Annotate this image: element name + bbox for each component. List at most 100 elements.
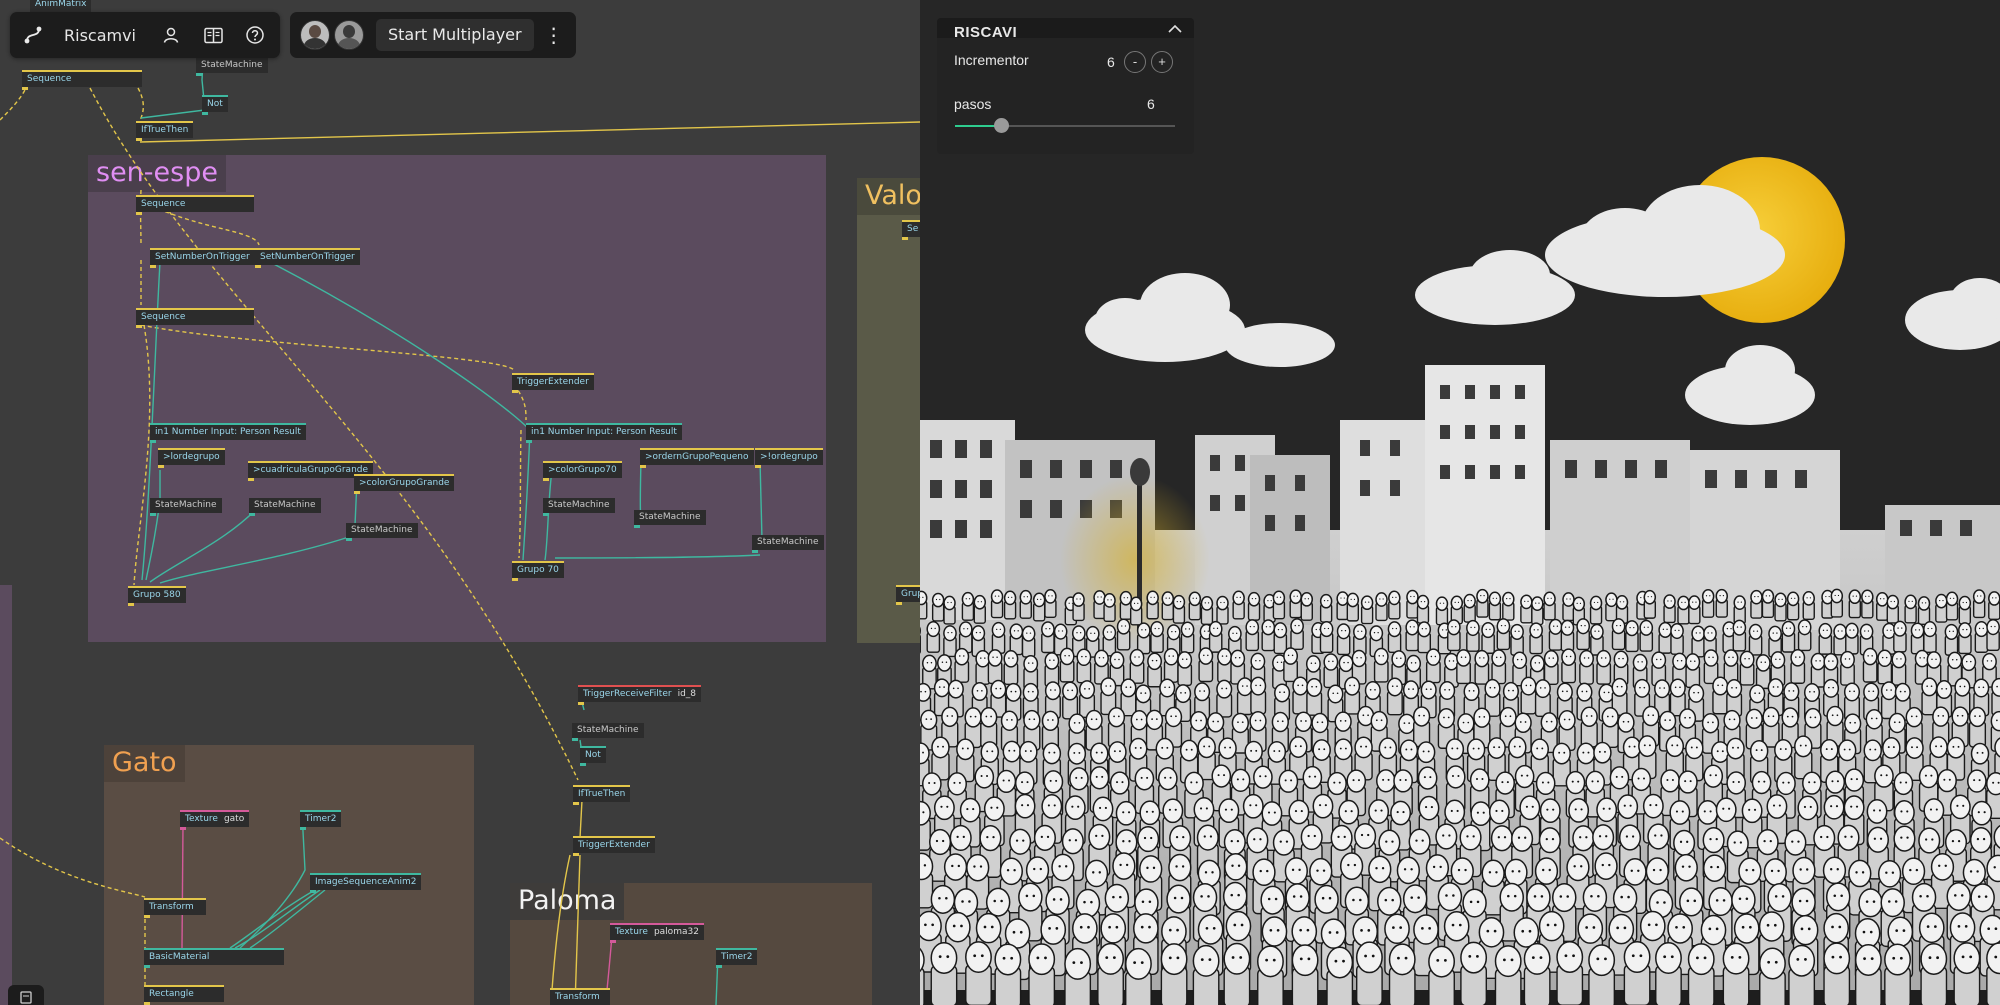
group-valo[interactable]: Valo — [857, 178, 920, 643]
node-colorgrupogrande[interactable]: >colorGrupoGrande — [354, 474, 455, 494]
crowd-person — [1862, 647, 1878, 683]
node-iftruethen-2[interactable]: IfTrueThen — [573, 785, 631, 805]
crowd-person — [1491, 649, 1507, 685]
logo-icon[interactable] — [10, 12, 56, 58]
chevron-up-icon[interactable] — [1168, 24, 1182, 33]
patch-editor[interactable]: sen-espe Valo Gato Paloma AnimMatrix Sta… — [0, 0, 920, 1005]
panel-header[interactable]: RISCAVI — [937, 18, 1194, 41]
node-triggerextender-2[interactable]: TriggerExtender — [573, 836, 655, 856]
crowd-person — [1273, 622, 1288, 655]
node-numberinput-1[interactable]: in1 Number Input: Person Result — [150, 423, 306, 443]
crowd-person — [1802, 591, 1815, 620]
node-grupo-70[interactable]: Grupo 70 — [512, 561, 564, 581]
group-paloma[interactable]: Paloma — [510, 883, 872, 1005]
node-lordegrupo-1[interactable]: >lordegrupo — [158, 448, 225, 468]
crowd-person — [1611, 618, 1626, 651]
node-texture-gato[interactable]: Texture gato — [180, 810, 250, 830]
crowd-person — [1481, 622, 1495, 654]
node-timer-2[interactable]: Timer2 — [716, 948, 758, 968]
node-iftruethen-top[interactable]: IfTrueThen — [136, 121, 194, 141]
pasos-slider[interactable] — [955, 118, 1175, 133]
crowd-person — [1172, 594, 1186, 624]
crowd-person — [1529, 622, 1543, 655]
crowd-person — [1588, 944, 1616, 1005]
crowd-person — [1750, 589, 1763, 619]
crowd-person — [1188, 591, 1202, 621]
crowd-person — [954, 647, 970, 683]
node-timer-1[interactable]: Timer2 — [300, 810, 342, 830]
save-icon — [20, 991, 32, 1004]
node-rectangle[interactable]: Rectangle — [144, 985, 224, 1005]
crowd-person — [1848, 589, 1862, 619]
kebab-icon[interactable]: ⋮ — [544, 25, 564, 45]
crowd-person — [1003, 590, 1017, 620]
node-statemachine-top[interactable]: StateMachine — [196, 58, 268, 76]
save-button[interactable] — [8, 985, 44, 1005]
group-title-sen-espe[interactable]: sen-espe — [88, 155, 226, 192]
node-valo-sequence[interactable]: Se — [902, 220, 920, 240]
node-grupo-580[interactable]: Grupo 580 — [128, 586, 186, 606]
node-transform-1[interactable]: Transform — [144, 898, 206, 918]
crowd-person — [1119, 590, 1133, 620]
node-statemachine-6[interactable]: StateMachine — [752, 535, 824, 553]
node-not-2[interactable]: Not — [580, 746, 606, 766]
increment-button[interactable]: + — [1151, 51, 1173, 73]
node-valo-grupo[interactable]: Grup — [896, 585, 920, 605]
node-statemachine-1[interactable]: StateMachine — [150, 498, 222, 516]
node-sequence-2[interactable]: Sequence — [136, 308, 254, 328]
pasos-slider-handle[interactable] — [994, 118, 1010, 133]
crowd-person — [1562, 592, 1575, 622]
start-multiplayer-button[interactable]: Start Multiplayer — [376, 19, 534, 51]
node-colorgrupo70[interactable]: >colorGrupo70 — [543, 461, 622, 481]
crowd-person — [1150, 621, 1164, 654]
node-statemachine-4[interactable]: StateMachine — [543, 498, 615, 516]
node-setnumber-2[interactable]: SetNumberOnTrigger — [255, 248, 360, 268]
crowd-person — [1945, 591, 1959, 621]
crowd-person — [1781, 620, 1796, 653]
node-ordengrupopequeno[interactable]: >ordernGrupoPequeno — [640, 448, 754, 468]
node-triggerextender-1[interactable]: TriggerExtender — [512, 373, 594, 393]
node-statemachine-2[interactable]: StateMachine — [249, 498, 321, 516]
user-icon[interactable] — [150, 12, 192, 58]
project-title[interactable]: Riscamvi — [64, 26, 136, 45]
crowd-person — [1561, 648, 1577, 684]
crowd-person — [1904, 594, 1917, 624]
node-basicmaterial[interactable]: BasicMaterial — [144, 948, 284, 968]
node-transform-2[interactable]: Transform — [550, 988, 610, 1005]
node-statemachine-7[interactable]: StateMachine — [572, 723, 644, 741]
node-imagesequence[interactable]: ImageSequenceAnim2 — [310, 873, 422, 893]
node-anim-matrix[interactable]: AnimMatrix — [30, 0, 92, 15]
group-title-valo[interactable]: Valo — [857, 178, 920, 215]
group-title-paloma[interactable]: Paloma — [510, 883, 625, 920]
help-icon[interactable] — [234, 12, 276, 58]
crowd-person — [1833, 623, 1847, 656]
node-sequence-top[interactable]: Sequence — [22, 70, 142, 90]
node-statemachine-3[interactable]: StateMachine — [346, 523, 418, 541]
crowd-person — [1958, 595, 1972, 625]
crowd-person — [1198, 647, 1214, 683]
crowd-person — [1786, 591, 1800, 621]
crowd-person — [1388, 943, 1416, 1005]
panel-title: RISCAVI — [954, 24, 1018, 41]
node-sequence-1[interactable]: Sequence — [136, 195, 254, 215]
crowd-person — [1810, 652, 1826, 688]
crowd-person — [1580, 706, 1598, 748]
node-statemachine-5[interactable]: StateMachine — [634, 510, 706, 528]
group-title-gato[interactable]: Gato — [104, 745, 185, 782]
node-not-top[interactable]: Not — [202, 95, 228, 115]
node-setnumber-1[interactable]: SetNumberOnTrigger — [150, 248, 255, 268]
node-texture-paloma[interactable]: Texture paloma32 — [610, 923, 704, 943]
avatar[interactable] — [300, 20, 330, 50]
node-triggerreceivefilter[interactable]: TriggerReceiveFilter id_8 — [578, 685, 702, 705]
decrement-button[interactable]: - — [1124, 51, 1146, 73]
crowd-person — [1579, 649, 1595, 685]
node-numberinput-2[interactable]: in1 Number Input: Person Result — [526, 423, 682, 443]
crowd-person — [1447, 619, 1461, 652]
pasos-value: 6 — [1147, 96, 1155, 112]
crowd-person — [1245, 619, 1260, 652]
group-sen-espe[interactable]: sen-espe — [88, 155, 826, 642]
book-icon[interactable] — [192, 12, 234, 58]
node-lordegrupo-2[interactable]: >!ordegrupo — [755, 448, 823, 468]
avatar[interactable] — [334, 20, 364, 50]
crowd-person — [1601, 707, 1619, 749]
